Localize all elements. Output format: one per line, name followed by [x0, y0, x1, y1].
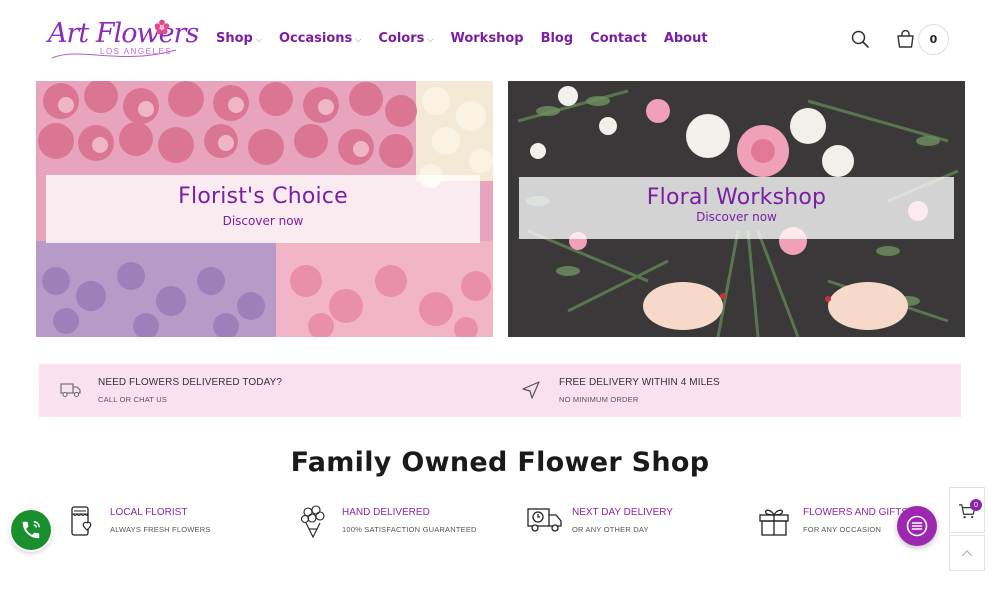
delivery-truck-icon	[60, 383, 81, 398]
nav-item-contact[interactable]: Contact	[590, 31, 647, 46]
main-nav: Shop ⌵ Occasions ⌵ Colors ⌵ Workshop Blog C…	[216, 31, 725, 46]
call-button[interactable]	[11, 510, 51, 550]
feature-subtitle: ALWAYS FRESH FLOWERS	[110, 525, 211, 534]
delivery-info-strip: NEED FLOWERS DELIVERED TODAY? CALL OR CH…	[39, 364, 961, 417]
floral-workshop-banner[interactable]: Floral Workshop Discover now	[508, 81, 965, 337]
chevron-down-icon: ⌵	[255, 35, 262, 44]
feature-title: FLOWERS AND GIFTS	[803, 507, 909, 518]
nav-item-label: Contact	[590, 31, 647, 46]
feature-title: NEXT DAY DELIVERY	[572, 507, 673, 518]
logo-flower-icon	[154, 19, 170, 35]
section-heading: Family Owned Flower Shop	[290, 447, 710, 478]
cart-count-badge[interactable]: 0	[918, 24, 949, 55]
phone-icon	[22, 521, 40, 539]
info-block-free-delivery: FREE DELIVERY WITHIN 4 MILES NO MINIMUM …	[521, 364, 921, 417]
feature-subtitle: OR ANY OTHER DAY	[572, 525, 649, 534]
logo-subtitle: LOS ANGELES	[100, 47, 173, 56]
chevron-up-icon	[961, 550, 973, 557]
nav-item-label: Shop	[216, 31, 253, 46]
nav-item-label: Colors	[378, 31, 425, 46]
site-header: Art Flowers LOS ANGELES Shop ⌵ Occasions ⌵…	[0, 0, 1000, 78]
feature-next-day-delivery: NEXT DAY DELIVERY OR ANY OTHER DAY	[527, 505, 747, 541]
shop-phone-icon	[71, 506, 92, 536]
side-cart-button[interactable]: 0	[949, 487, 985, 533]
nav-item-about[interactable]: About	[664, 31, 708, 46]
logo-text: Art Flowers	[48, 18, 199, 49]
delivery-truck-clock-icon	[527, 508, 562, 532]
nav-item-occasions[interactable]: Occasions ⌵	[279, 31, 361, 46]
chevron-down-icon: ⌵	[427, 35, 434, 44]
banner-title[interactable]: Florist's Choice	[178, 184, 348, 209]
shopping-bag-icon[interactable]	[896, 30, 915, 48]
nav-item-label: Workshop	[450, 31, 524, 46]
navigation-arrow-icon	[522, 381, 540, 399]
florists-choice-banner[interactable]: Florist's Choice Discover now	[36, 81, 493, 337]
nav-item-shop[interactable]: Shop ⌵	[216, 31, 262, 46]
feature-subtitle: FOR ANY OCCASION	[803, 525, 882, 534]
info-subtitle: CALL OR CHAT US	[98, 395, 168, 404]
feature-title: HAND DELIVERED	[342, 507, 430, 518]
chat-menu-button[interactable]	[897, 506, 937, 546]
back-to-top-button[interactable]	[949, 535, 985, 571]
info-title: FREE DELIVERY WITHIN 4 MILES	[559, 377, 720, 388]
feature-subtitle: 100% SATISFACTION GUARANTEED	[342, 525, 477, 534]
feature-title: LOCAL FLORIST	[110, 507, 188, 518]
nav-item-label: Blog	[540, 31, 574, 46]
discover-now-link[interactable]: Discover now	[696, 210, 777, 224]
nav-item-workshop[interactable]: Workshop	[450, 31, 523, 46]
side-cart-count-badge: 0	[970, 499, 982, 511]
nav-item-blog[interactable]: Blog	[541, 31, 574, 46]
search-icon[interactable]	[851, 30, 869, 48]
discover-now-link[interactable]: Discover now	[223, 214, 304, 228]
banner-caption: Floral Workshop Discover now	[519, 177, 954, 239]
gift-icon	[759, 509, 789, 536]
feature-local-florist: LOCAL FLORIST ALWAYS FRESH FLOWERS	[69, 505, 289, 541]
site-logo[interactable]: Art Flowers LOS ANGELES	[48, 14, 199, 64]
nav-item-label: Occasions	[278, 31, 353, 46]
info-block-delivered-today: NEED FLOWERS DELIVERED TODAY? CALL OR CH…	[60, 364, 460, 417]
nav-item-label: About	[663, 31, 708, 46]
chat-menu-icon	[906, 515, 928, 537]
nav-item-colors[interactable]: Colors ⌵	[378, 31, 433, 46]
bouquet-icon	[300, 505, 325, 539]
feature-hand-delivered: HAND DELIVERED 100% SATISFACTION GUARANT…	[300, 505, 520, 541]
chevron-down-icon: ⌵	[355, 35, 362, 44]
banner-title[interactable]: Floral Workshop	[647, 185, 826, 210]
banner-caption: Florist's Choice Discover now	[46, 175, 480, 243]
info-subtitle: NO MINIMUM ORDER	[559, 395, 639, 404]
info-title: NEED FLOWERS DELIVERED TODAY?	[98, 377, 283, 388]
